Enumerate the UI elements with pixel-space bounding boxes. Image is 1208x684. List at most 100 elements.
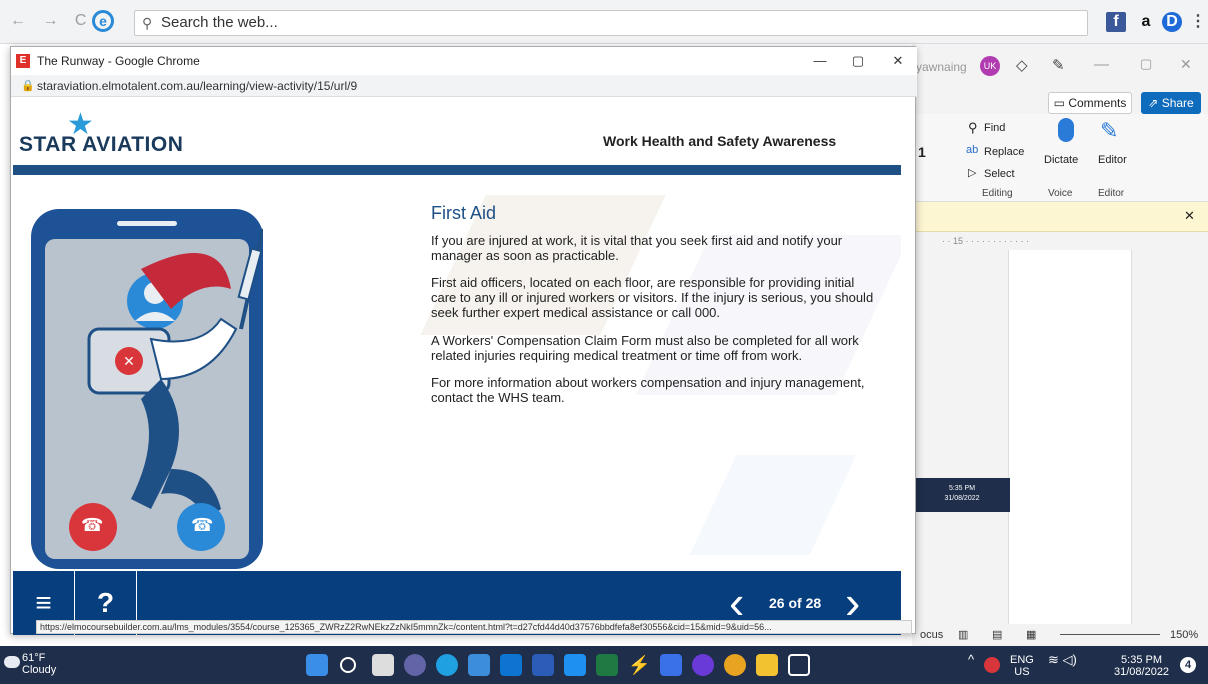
page-counter: 26 of 28	[769, 595, 822, 611]
paragraph: If you are injured at work, it is vital …	[431, 233, 843, 263]
teams-icon[interactable]	[404, 654, 426, 676]
maximize-button[interactable]: ▢	[843, 47, 873, 75]
app-icon[interactable]	[788, 654, 810, 676]
header-band	[13, 165, 901, 175]
zoom-slider[interactable]	[1060, 634, 1160, 635]
word-window: yawnaing UK ◇ ✎ — ▢ ✕ 1 ⚲ Find ab Replac…	[912, 44, 1208, 624]
document-page[interactable]	[1008, 250, 1132, 624]
restore-icon[interactable]: ▢	[1140, 56, 1152, 72]
tray-chevron-icon[interactable]: ^	[968, 653, 974, 666]
module-title: Work Health and Safety Awareness	[603, 133, 837, 149]
address-bar[interactable]: 🔒 staraviation.elmotalent.com.au/learnin…	[11, 75, 917, 97]
editor-icon[interactable]: ✎	[1100, 118, 1118, 144]
editor-button[interactable]: Editor	[1098, 154, 1127, 166]
search-placeholder: Search the web...	[161, 14, 278, 31]
app-icon[interactable]	[692, 654, 714, 676]
close-button[interactable]: ✕	[883, 47, 913, 75]
taskview-icon[interactable]	[372, 654, 394, 676]
network-volume-icon[interactable]: ≋ ◁)	[1048, 653, 1077, 666]
pen-icon[interactable]: ✎	[1052, 56, 1065, 74]
slide-content: ✕ ☎ ☎ First Aid If you are injured at wo…	[13, 175, 901, 571]
mini-date: 31/08/2022	[944, 495, 980, 502]
weather-widget[interactable]: 61°F Cloudy	[22, 652, 56, 676]
minimize-button[interactable]: —	[805, 47, 835, 75]
zoom-icon[interactable]	[660, 654, 682, 676]
store-icon[interactable]	[468, 654, 490, 676]
group-editing-label: Editing	[982, 188, 1013, 199]
select-icon: ▷	[968, 167, 977, 179]
language-line2: US	[1014, 666, 1030, 678]
find-button[interactable]: Find	[984, 122, 1005, 134]
word-ribbon: 1 ⚲ Find ab Replace ▷ Select Dictate ✎ E…	[912, 114, 1208, 202]
extension-icon[interactable]: D	[1162, 12, 1182, 32]
zoom-level[interactable]: 150%	[1170, 624, 1198, 646]
hamburger-icon: ≡	[35, 587, 52, 618]
clock-time: 5:35 PM	[1121, 654, 1163, 666]
weather-condition: Cloudy	[22, 664, 57, 676]
word-icon[interactable]	[532, 654, 554, 676]
menu-kebab-icon[interactable]: ⋮	[1188, 12, 1208, 32]
phone-illustration: ✕ ☎ ☎	[31, 209, 263, 569]
tray-alert-icon[interactable]	[984, 657, 1000, 673]
facebook-icon[interactable]: f	[1106, 12, 1126, 32]
word-titlebar: yawnaing UK ◇ ✎ — ▢ ✕	[912, 44, 1208, 88]
comment-icon: ▭	[1053, 96, 1065, 110]
mini-time: 5:35 PM	[948, 485, 976, 492]
find-icon: ⚲	[968, 120, 978, 135]
browser-toolbar: ← → C e ⚲ Search the web... f a D ⋮	[0, 0, 1208, 44]
web-layout-icon[interactable]: ▦	[1026, 624, 1036, 646]
diamond-icon[interactable]: ◇	[1016, 56, 1028, 74]
hangup-icon: ☎	[81, 515, 104, 535]
edge-icon[interactable]	[436, 654, 458, 676]
slide-heading: First Aid	[431, 203, 497, 223]
paragraph: A Workers' Compensation Claim Form must …	[431, 333, 859, 363]
window-titlebar: E The Runway - Google Chrome	[11, 47, 917, 75]
ie-icon[interactable]: e	[92, 10, 114, 32]
ruler: · · 15 · · · · · · · · · · · ·	[912, 232, 1208, 250]
microphone-icon[interactable]	[1058, 118, 1074, 142]
paragraph: For more information about workers compe…	[431, 375, 865, 405]
brand-logo: STAR AVIATION	[19, 133, 184, 156]
excel-icon[interactable]	[596, 654, 618, 676]
search-icon[interactable]	[340, 657, 356, 673]
course-player: ★ STAR AVIATION Work Health and Safety A…	[13, 99, 901, 635]
language-indicator[interactable]: ENG US	[1010, 654, 1034, 678]
course-header: ★ STAR AVIATION Work Health and Safety A…	[13, 99, 901, 165]
comments-button[interactable]: ▭ Comments	[1048, 92, 1132, 114]
chrome-icon[interactable]	[724, 654, 746, 676]
replace-icon: ab	[966, 144, 979, 156]
share-label: Share	[1161, 96, 1194, 110]
user-avatar[interactable]: UK	[980, 56, 1000, 76]
decor-shape	[689, 455, 857, 555]
focus-label[interactable]: ocus	[920, 624, 943, 646]
minimize-icon[interactable]: —	[1094, 56, 1109, 73]
message-bar: ✕	[912, 202, 1208, 232]
share-button[interactable]: ⇗ Share	[1141, 92, 1201, 114]
message-close-icon[interactable]: ✕	[1184, 208, 1195, 224]
select-button[interactable]: Select	[984, 168, 1015, 180]
mail-icon[interactable]	[500, 654, 522, 676]
share-icon: ⇗	[1148, 96, 1159, 110]
close-icon[interactable]: ✕	[1180, 56, 1192, 73]
read-mode-icon[interactable]: ▥	[958, 624, 968, 646]
amazon-icon[interactable]: a	[1136, 12, 1156, 32]
clock[interactable]: 5:35 PM 31/08/2022	[1114, 654, 1169, 678]
dropbox-icon[interactable]	[564, 654, 586, 676]
notification-badge[interactable]: 4	[1180, 657, 1196, 673]
navigation-arrows[interactable]: ← → C	[10, 12, 92, 30]
language-line1: ENG	[1010, 654, 1034, 666]
dictate-button[interactable]: Dictate	[1044, 154, 1078, 166]
window-title: The Runway - Google Chrome	[37, 54, 200, 68]
print-layout-icon[interactable]: ▤	[992, 624, 1002, 646]
start-icon[interactable]	[306, 654, 328, 676]
clock-date: 31/08/2022	[1114, 666, 1170, 678]
explorer-icon[interactable]	[756, 654, 778, 676]
paragraph: First aid officers, located on each floo…	[431, 275, 874, 320]
comments-label: Comments	[1068, 96, 1127, 110]
replace-button[interactable]: Replace	[984, 146, 1024, 158]
font-size-value[interactable]: 1	[918, 144, 926, 160]
cloud-icon	[4, 656, 20, 668]
svg-text:✕: ✕	[123, 354, 135, 370]
search-input[interactable]: ⚲ Search the web...	[134, 10, 1088, 36]
power-automate-icon[interactable]: ⚡	[628, 654, 650, 676]
